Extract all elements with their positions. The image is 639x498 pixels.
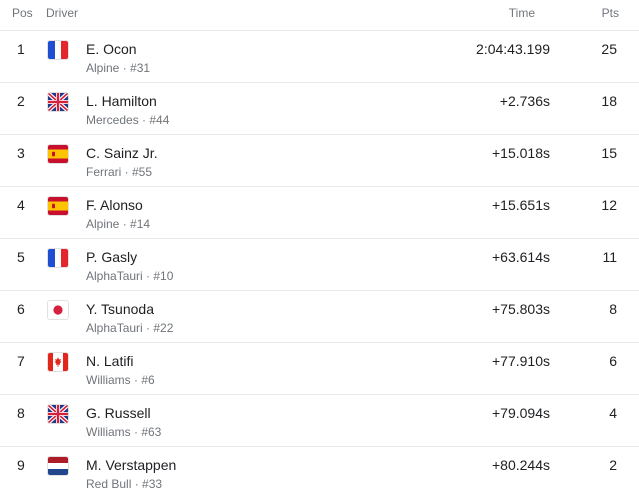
race-time: +77.910s (492, 353, 550, 369)
fr-flag-icon (48, 41, 68, 59)
driver-name[interactable]: N. Latifi (86, 353, 133, 369)
race-time: +2.736s (499, 93, 550, 109)
position: 5 (17, 249, 25, 265)
header-driver: Driver (46, 6, 78, 20)
table-row[interactable]: 8 G. Russell Williams · #63 +79.094s 4 (0, 395, 639, 447)
driver-name[interactable]: P. Gasly (86, 249, 137, 265)
race-time: +79.094s (492, 405, 550, 421)
team-number: Alpine · #14 (86, 217, 151, 231)
team-number: Williams · #6 (86, 373, 155, 387)
driver-name[interactable]: L. Hamilton (86, 93, 157, 109)
team-number: Alpine · #31 (86, 61, 151, 75)
team-number: Ferrari · #55 (86, 165, 153, 179)
race-time: 2:04:43.199 (476, 41, 550, 57)
table-row[interactable]: 6 Y. Tsunoda AlphaTauri · #22 +75.803s 8 (0, 291, 639, 343)
header-time: Time (508, 6, 535, 20)
table-row[interactable]: 9 M. Verstappen Red Bull · #33 +80.244s 2 (0, 447, 639, 498)
table-row[interactable]: 1 E. Ocon Alpine · #31 2:04:43.199 25 (0, 31, 639, 83)
team-number: Mercedes · #44 (86, 113, 170, 127)
header-pos: Pos (12, 6, 33, 20)
points: 15 (601, 145, 617, 161)
position: 4 (17, 197, 25, 213)
race-time: +15.018s (492, 145, 550, 161)
results-table-body: 1 E. Ocon Alpine · #31 2:04:43.199 25 2 L. Ham… (0, 31, 639, 498)
driver-name[interactable]: G. Russell (86, 405, 151, 421)
driver-name[interactable]: C. Sainz Jr. (86, 145, 158, 161)
team-number: Red Bull · #33 (86, 477, 163, 491)
driver-name[interactable]: E. Ocon (86, 41, 137, 57)
header-pts: Pts (601, 6, 619, 20)
position: 1 (17, 41, 25, 57)
table-row[interactable]: 7 N. Latifi Williams · #6 +77.910s 6 (0, 343, 639, 395)
gb-flag-icon (48, 93, 68, 111)
race-time: +75.803s (492, 301, 550, 317)
results-table-header: Pos Driver Time Pts (0, 0, 639, 31)
table-row[interactable]: 2 L. Hamilton Mercedes · #44 +2.736s 18 (0, 83, 639, 135)
driver-name[interactable]: F. Alonso (86, 197, 143, 213)
driver-name[interactable]: M. Verstappen (86, 457, 176, 473)
table-row[interactable]: 5 P. Gasly AlphaTauri · #10 +63.614s 11 (0, 239, 639, 291)
table-row[interactable]: 3 C. Sainz Jr. Ferrari · #55 +15.018s 15 (0, 135, 639, 187)
es-flag-icon (48, 145, 68, 163)
race-time: +80.244s (492, 457, 550, 473)
points: 6 (609, 353, 617, 369)
position: 8 (17, 405, 25, 421)
jp-flag-icon (48, 301, 68, 319)
team-number: Williams · #63 (86, 425, 162, 439)
position: 9 (17, 457, 25, 473)
table-row[interactable]: 4 F. Alonso Alpine · #14 +15.651s 12 (0, 187, 639, 239)
position: 7 (17, 353, 25, 369)
fr-flag-icon (48, 249, 68, 267)
points: 18 (601, 93, 617, 109)
position: 6 (17, 301, 25, 317)
points: 25 (601, 41, 617, 57)
points: 11 (602, 249, 617, 265)
race-time: +63.614s (492, 249, 550, 265)
points: 8 (609, 301, 617, 317)
gb-flag-icon (48, 405, 68, 423)
race-time: +15.651s (492, 197, 550, 213)
es-flag-icon (48, 197, 68, 215)
points: 12 (601, 197, 617, 213)
position: 2 (17, 93, 25, 109)
team-number: AlphaTauri · #22 (86, 321, 174, 335)
points: 4 (609, 405, 617, 421)
points: 2 (609, 457, 617, 473)
ca-flag-icon (48, 353, 68, 371)
driver-name[interactable]: Y. Tsunoda (86, 301, 154, 317)
nl-flag-icon (48, 457, 68, 475)
position: 3 (17, 145, 25, 161)
team-number: AlphaTauri · #10 (86, 269, 174, 283)
